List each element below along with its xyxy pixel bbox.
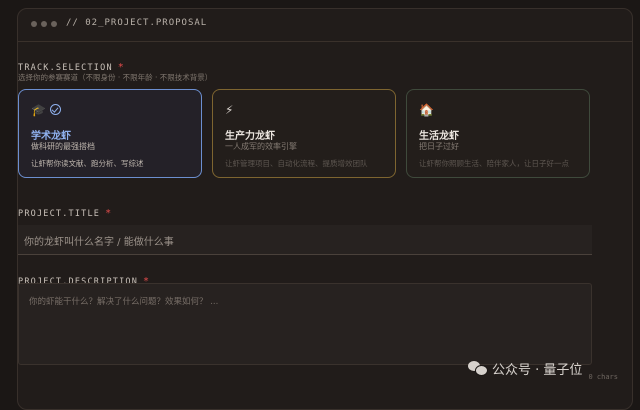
track-option-name: 生活龙虾 bbox=[419, 131, 459, 142]
track-option-description: 让虾管理项目、自动化流程、提质增效团队 bbox=[225, 159, 368, 168]
house-icon: 🏠 bbox=[419, 103, 434, 117]
window-controls bbox=[31, 21, 57, 27]
window-titlebar: // 02_PROJECT.PROPOSAL bbox=[18, 9, 632, 42]
watermark: 公众号 · 量子位 bbox=[468, 356, 582, 380]
check-circle-icon bbox=[49, 104, 61, 115]
watermark-text: 公众号 · 量子位 bbox=[492, 362, 583, 378]
track-hint: 选择你的参赛赛道（不限身份 · 不限年龄 · 不限技术背景） bbox=[18, 73, 213, 82]
window-dot-icon[interactable] bbox=[51, 21, 57, 27]
track-option-subtitle: 一人成军的效率引擎 bbox=[225, 142, 297, 151]
track-option-productivity[interactable]: ⚡ 生产力龙虾 一人成军的效率引擎 让虾管理项目、自动化流程、提质增效团队 bbox=[212, 89, 396, 178]
project-title-label-text: PROJECT.TITLE bbox=[18, 209, 101, 219]
required-mark: * bbox=[105, 208, 113, 219]
track-option-name: 学术龙虾 bbox=[31, 131, 71, 142]
track-option-name: 生产力龙虾 bbox=[225, 131, 275, 142]
wechat-icon bbox=[468, 361, 488, 376]
track-option-subtitle: 把日子过好 bbox=[419, 142, 459, 151]
track-option-subtitle: 做科研的最强搭档 bbox=[31, 142, 95, 151]
char-count: 0 chars bbox=[588, 373, 618, 381]
project-description-textarea[interactable]: 你的虾能干什么？解决了什么问题？效果如何？ ... bbox=[18, 283, 592, 365]
track-option-description: 让虾帮你照顾生活、陪伴家人，让日子好一点 bbox=[419, 159, 569, 168]
track-option-academic[interactable]: 🎓 学术龙虾 做科研的最强搭档 让虾帮你读文献、跑分析、写综述 bbox=[18, 89, 202, 178]
window-dot-icon[interactable] bbox=[41, 21, 47, 27]
graduation-cap-glyph: 🎓 bbox=[31, 103, 46, 117]
graduation-cap-icon: 🎓 bbox=[31, 103, 61, 117]
window-title: // 02_PROJECT.PROPOSAL bbox=[66, 18, 208, 28]
project-title-label: PROJECT.TITLE * bbox=[18, 208, 112, 219]
project-title-input[interactable]: 你的龙虾叫什么名字 / 能做什么事 bbox=[18, 225, 592, 255]
lightning-icon: ⚡ bbox=[225, 103, 234, 117]
window-dot-icon[interactable] bbox=[31, 21, 37, 27]
track-option-life[interactable]: 🏠 生活龙虾 把日子过好 让虾帮你照顾生活、陪伴家人，让日子好一点 bbox=[406, 89, 590, 178]
track-option-description: 让虾帮你读文献、跑分析、写综述 bbox=[31, 159, 144, 168]
